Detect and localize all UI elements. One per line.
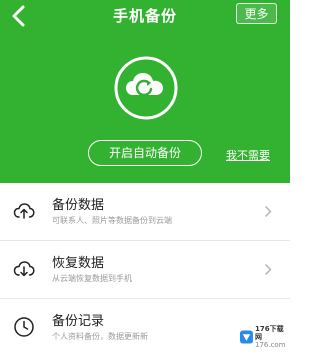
header-hero: 手机备份 更多 开启自动备份 我不需要 [0, 0, 290, 183]
site-logo-icon [240, 330, 253, 344]
no-need-link[interactable]: 我不需要 [226, 147, 270, 163]
clock-icon [14, 317, 34, 337]
cloud-download-icon [13, 261, 35, 277]
auto-backup-button[interactable]: 开启自动备份 [88, 140, 202, 166]
watermark-site: 176.com [254, 341, 286, 349]
site-watermark: 176下载网 176.com [240, 325, 288, 349]
backup-cloud-icon [114, 56, 178, 120]
watermark-brand: 176下载网 [254, 325, 284, 341]
list-item-backup-data[interactable]: 备份数据 可联系人、照片等数据备份到云端 [0, 183, 290, 241]
list-item-desc: 个人资料备份，数据更新新 [52, 332, 148, 341]
list-item-restore-data[interactable]: 恢复数据 从云端恢复数据到手机 [0, 241, 290, 299]
chevron-right-icon [264, 205, 272, 218]
cloud-upload-icon [13, 203, 35, 219]
list-item-label: 备份记录 [52, 314, 105, 329]
list-item-label: 备份数据 [52, 198, 105, 213]
more-button[interactable]: 更多 [236, 3, 277, 24]
list-item-desc: 从云端恢复数据到手机 [52, 274, 132, 283]
list-item-label: 恢复数据 [52, 256, 105, 271]
chevron-right-icon [264, 263, 272, 276]
list-item-desc: 可联系人、照片等数据备份到云端 [52, 216, 172, 225]
